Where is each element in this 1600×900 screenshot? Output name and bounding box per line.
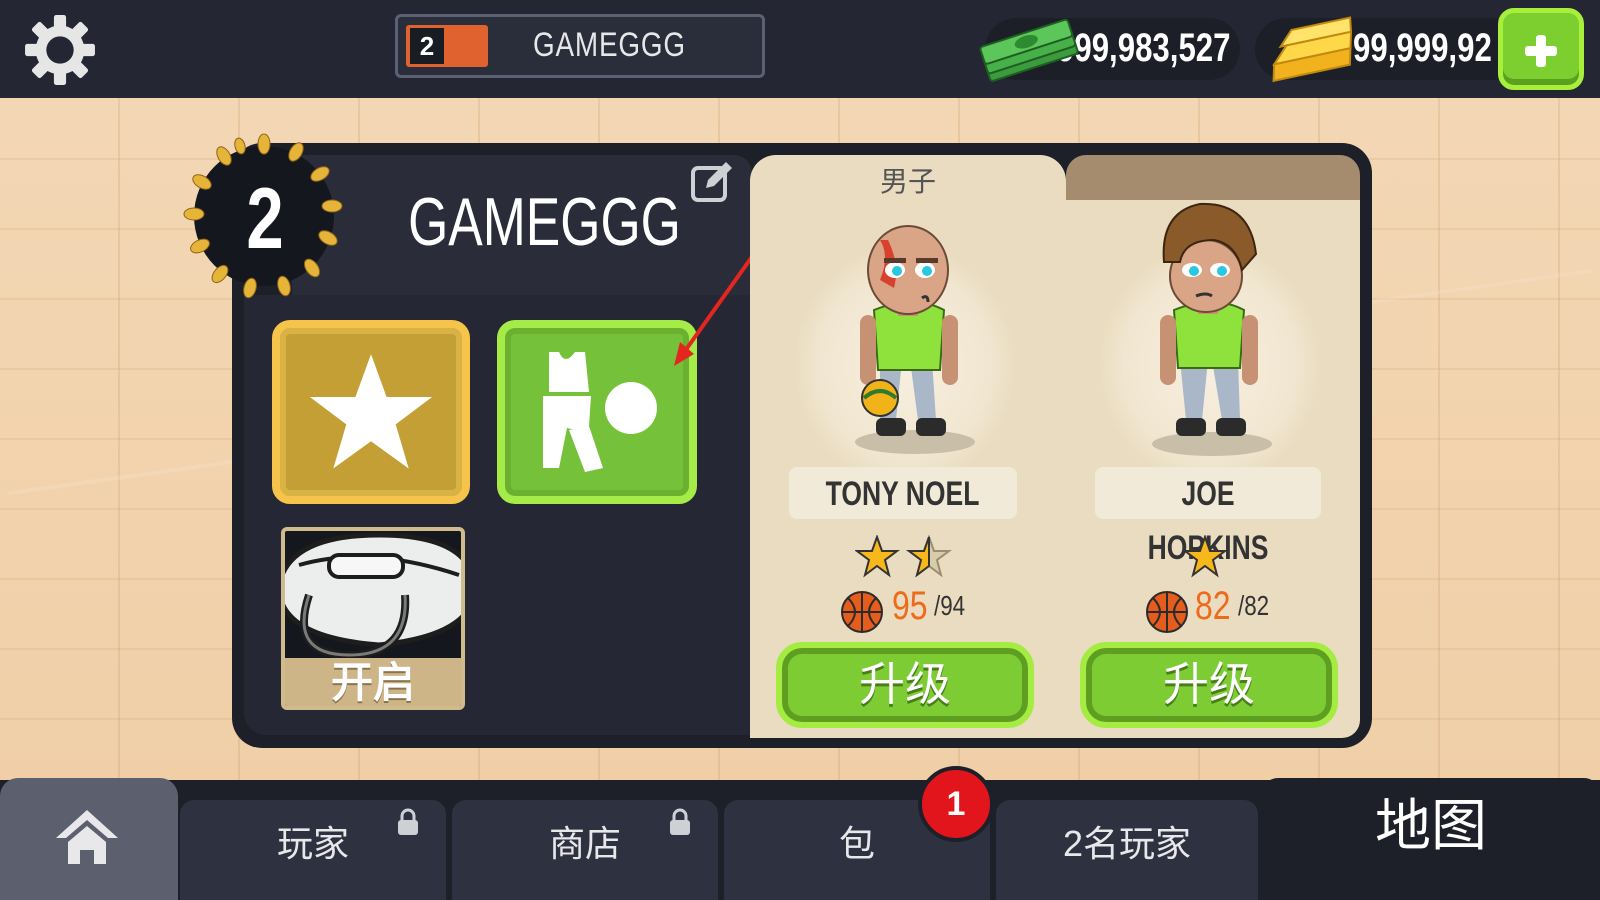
nav-map-label: 地图 — [1375, 794, 1487, 857]
gold-amount: 99,999,92 — [1353, 26, 1492, 70]
player-name: TONY NOEL — [826, 475, 980, 513]
add-currency-button[interactable] — [1498, 8, 1584, 90]
cash-icon — [979, 18, 1079, 82]
gym-bag-icon — [285, 532, 461, 660]
top-bar: 2 GAMEGGG 999,983,527 99,999,92 — [0, 0, 1600, 98]
nav-two-players[interactable]: 2名玩家 — [996, 800, 1258, 900]
player-chip-name: GAMEGGG — [533, 26, 686, 64]
gym-bag-card[interactable]: 开启 — [281, 527, 465, 710]
star-icon — [309, 354, 433, 469]
level-badge: 2 — [406, 25, 488, 67]
basketball-icon — [1146, 591, 1188, 633]
gold-bar-icon — [1271, 16, 1353, 83]
tab-male-label: 男子 — [880, 166, 937, 197]
nav-two-players-label: 2名玩家 — [1062, 823, 1192, 864]
jersey-icon — [543, 352, 657, 472]
home-icon — [56, 810, 118, 864]
bag-open-label: 开启 — [285, 658, 461, 706]
lock-icon — [398, 808, 418, 835]
star-rating-icon — [855, 535, 952, 578]
player-tony-noel[interactable] — [840, 220, 980, 460]
player-rating: 95 — [892, 584, 928, 628]
player-rating: 82 — [1195, 584, 1231, 628]
gear-icon[interactable] — [22, 12, 98, 88]
player-rating-max: /94 — [934, 590, 966, 621]
pointer-arrow-icon — [674, 252, 756, 366]
nav-map[interactable]: 地图 — [1262, 778, 1600, 900]
level-badge-number: 2 — [410, 28, 444, 64]
upgrade-button[interactable]: 升级 — [1080, 642, 1338, 728]
player-chip[interactable]: 2 GAMEGGG — [395, 14, 765, 78]
edit-icon[interactable] — [690, 160, 734, 204]
basketball-icon — [841, 591, 883, 633]
player-joe-hopkins[interactable] — [1140, 200, 1280, 460]
lock-icon — [670, 808, 690, 835]
profile-level: 2 — [246, 171, 284, 267]
uniform-button[interactable] — [497, 320, 697, 504]
nav-bag-label: 包 — [838, 823, 875, 864]
profile-name: GAMEGGG — [408, 184, 681, 260]
notification-badge: 1 — [918, 766, 994, 842]
nav-players-label: 玩家 — [276, 823, 349, 864]
nav-home[interactable] — [0, 778, 178, 900]
player-name-plate: TONY NOEL — [789, 467, 1017, 519]
tab-inactive[interactable] — [1066, 155, 1360, 200]
player-name-plate: JOE HOPKINS — [1095, 467, 1321, 567]
nav-shop-label: 商店 — [548, 823, 621, 864]
player-rating-max: /82 — [1238, 590, 1270, 621]
rating-star-button[interactable] — [272, 320, 470, 504]
star-rating-icon — [1183, 535, 1228, 578]
upgrade-button[interactable]: 升级 — [776, 642, 1034, 728]
